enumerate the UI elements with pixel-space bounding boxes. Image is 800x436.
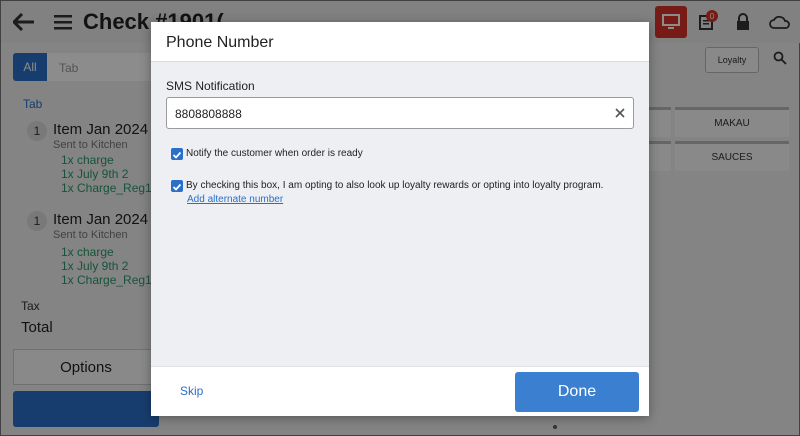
phone-number-dialog: Phone Number SMS Notification Notify the…	[151, 22, 649, 416]
checkmark-icon	[172, 151, 182, 159]
loyalty-checkbox[interactable]	[171, 180, 183, 192]
loyalty-opt-in-label: By checking this box, I am opting to als…	[186, 180, 604, 191]
notify-label: Notify the customer when order is ready	[186, 148, 363, 159]
skip-button[interactable]: Skip	[180, 384, 203, 398]
done-button[interactable]: Done	[515, 372, 639, 412]
phone-field[interactable]	[166, 97, 634, 129]
add-alternate-number-link[interactable]: Add alternate number	[187, 194, 283, 205]
page-indicator-dot	[553, 425, 557, 429]
checkmark-icon	[172, 183, 182, 191]
phone-input[interactable]	[175, 104, 595, 124]
dialog-footer: Skip Done	[151, 366, 649, 416]
dialog-title: Phone Number	[166, 34, 274, 51]
clear-icon[interactable]	[613, 106, 627, 120]
notify-checkbox[interactable]	[171, 148, 183, 160]
sms-notification-label: SMS Notification	[166, 79, 255, 93]
dialog-header: Phone Number	[151, 22, 649, 62]
